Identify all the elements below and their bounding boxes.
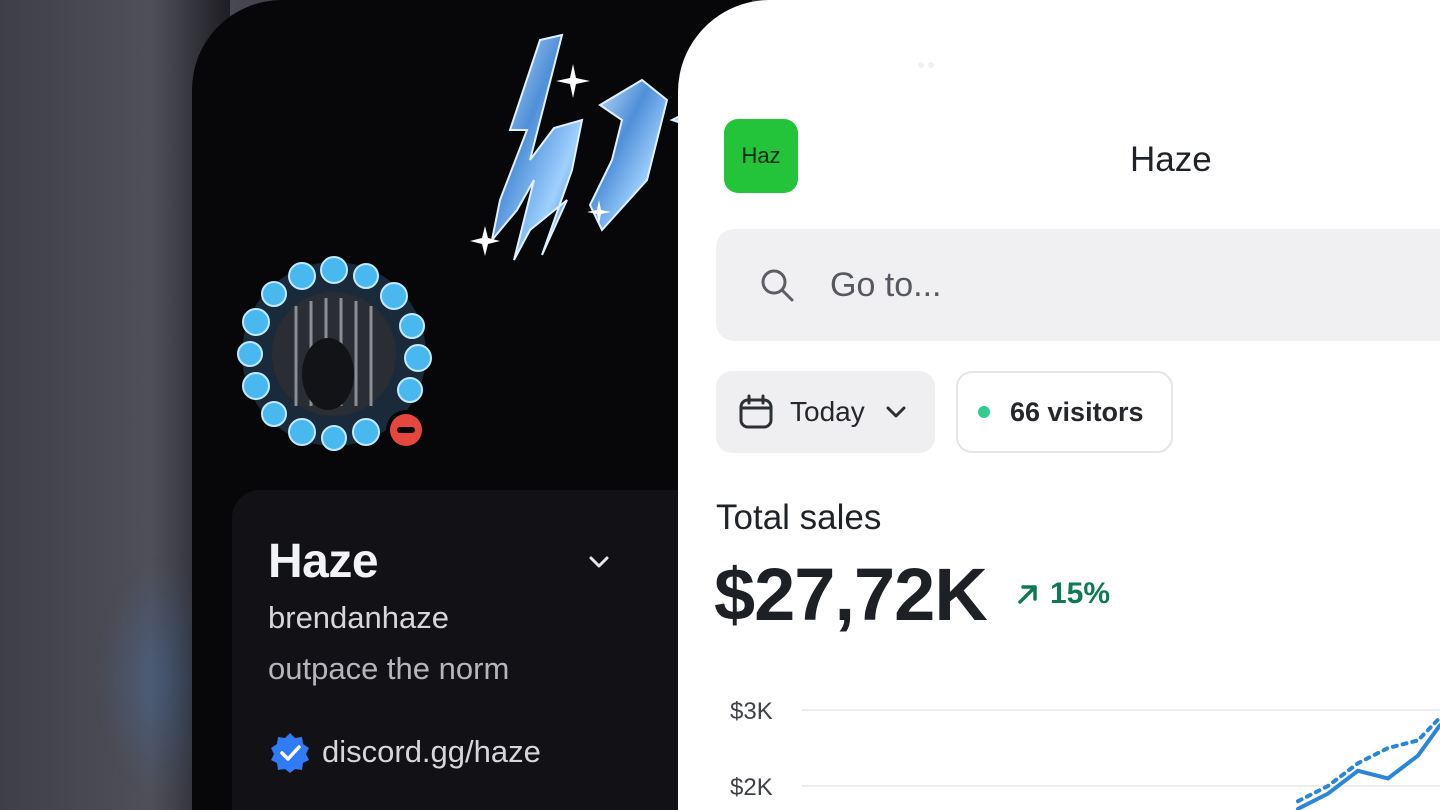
verified-badge-icon [271,733,309,773]
store-title: Haze [1130,140,1212,179]
series-line [1296,715,1440,804]
calendar-icon [739,394,773,429]
analytics-screen: Haz Haze Today 66 visitors Total sales $… [678,0,1440,810]
metric-label: Total sales [716,498,882,537]
dnd-status-icon [386,410,426,450]
store-badge[interactable]: Haz [724,119,798,193]
live-indicator-icon [978,406,990,418]
visitors-count: 66 visitors [1010,396,1144,427]
sales-chart: $3K $2K [730,698,1440,810]
profile-link[interactable]: discord.gg/haze [268,730,541,774]
live-visitors-button[interactable]: 66 visitors [956,371,1173,453]
link-text[interactable]: discord.gg/haze [322,734,541,770]
trend-indicator: 15% [1014,577,1110,611]
camera-notch [918,62,942,70]
display-name[interactable]: Haze [268,534,379,589]
arrow-up-right-icon [1018,585,1037,604]
date-filter-dropdown[interactable]: Today [716,371,935,453]
profile-screen: Haze brendanhaze outpace the norm discor… [192,0,752,810]
about-text: outpace the norm [268,651,510,686]
search-input[interactable] [830,265,1430,305]
trend-percent: 15% [1050,577,1111,610]
y-tick-label: $2K [730,774,773,801]
chevron-down-icon[interactable] [588,555,610,569]
chevron-down-icon [886,406,906,418]
username: brendanhaze [268,600,449,635]
date-filter-label: Today [790,396,865,427]
series-line [1296,723,1440,810]
search-bar[interactable] [716,229,1440,341]
metric-value: $27,72K [714,553,988,636]
y-tick-label: $3K [730,698,773,725]
search-icon [761,269,794,302]
